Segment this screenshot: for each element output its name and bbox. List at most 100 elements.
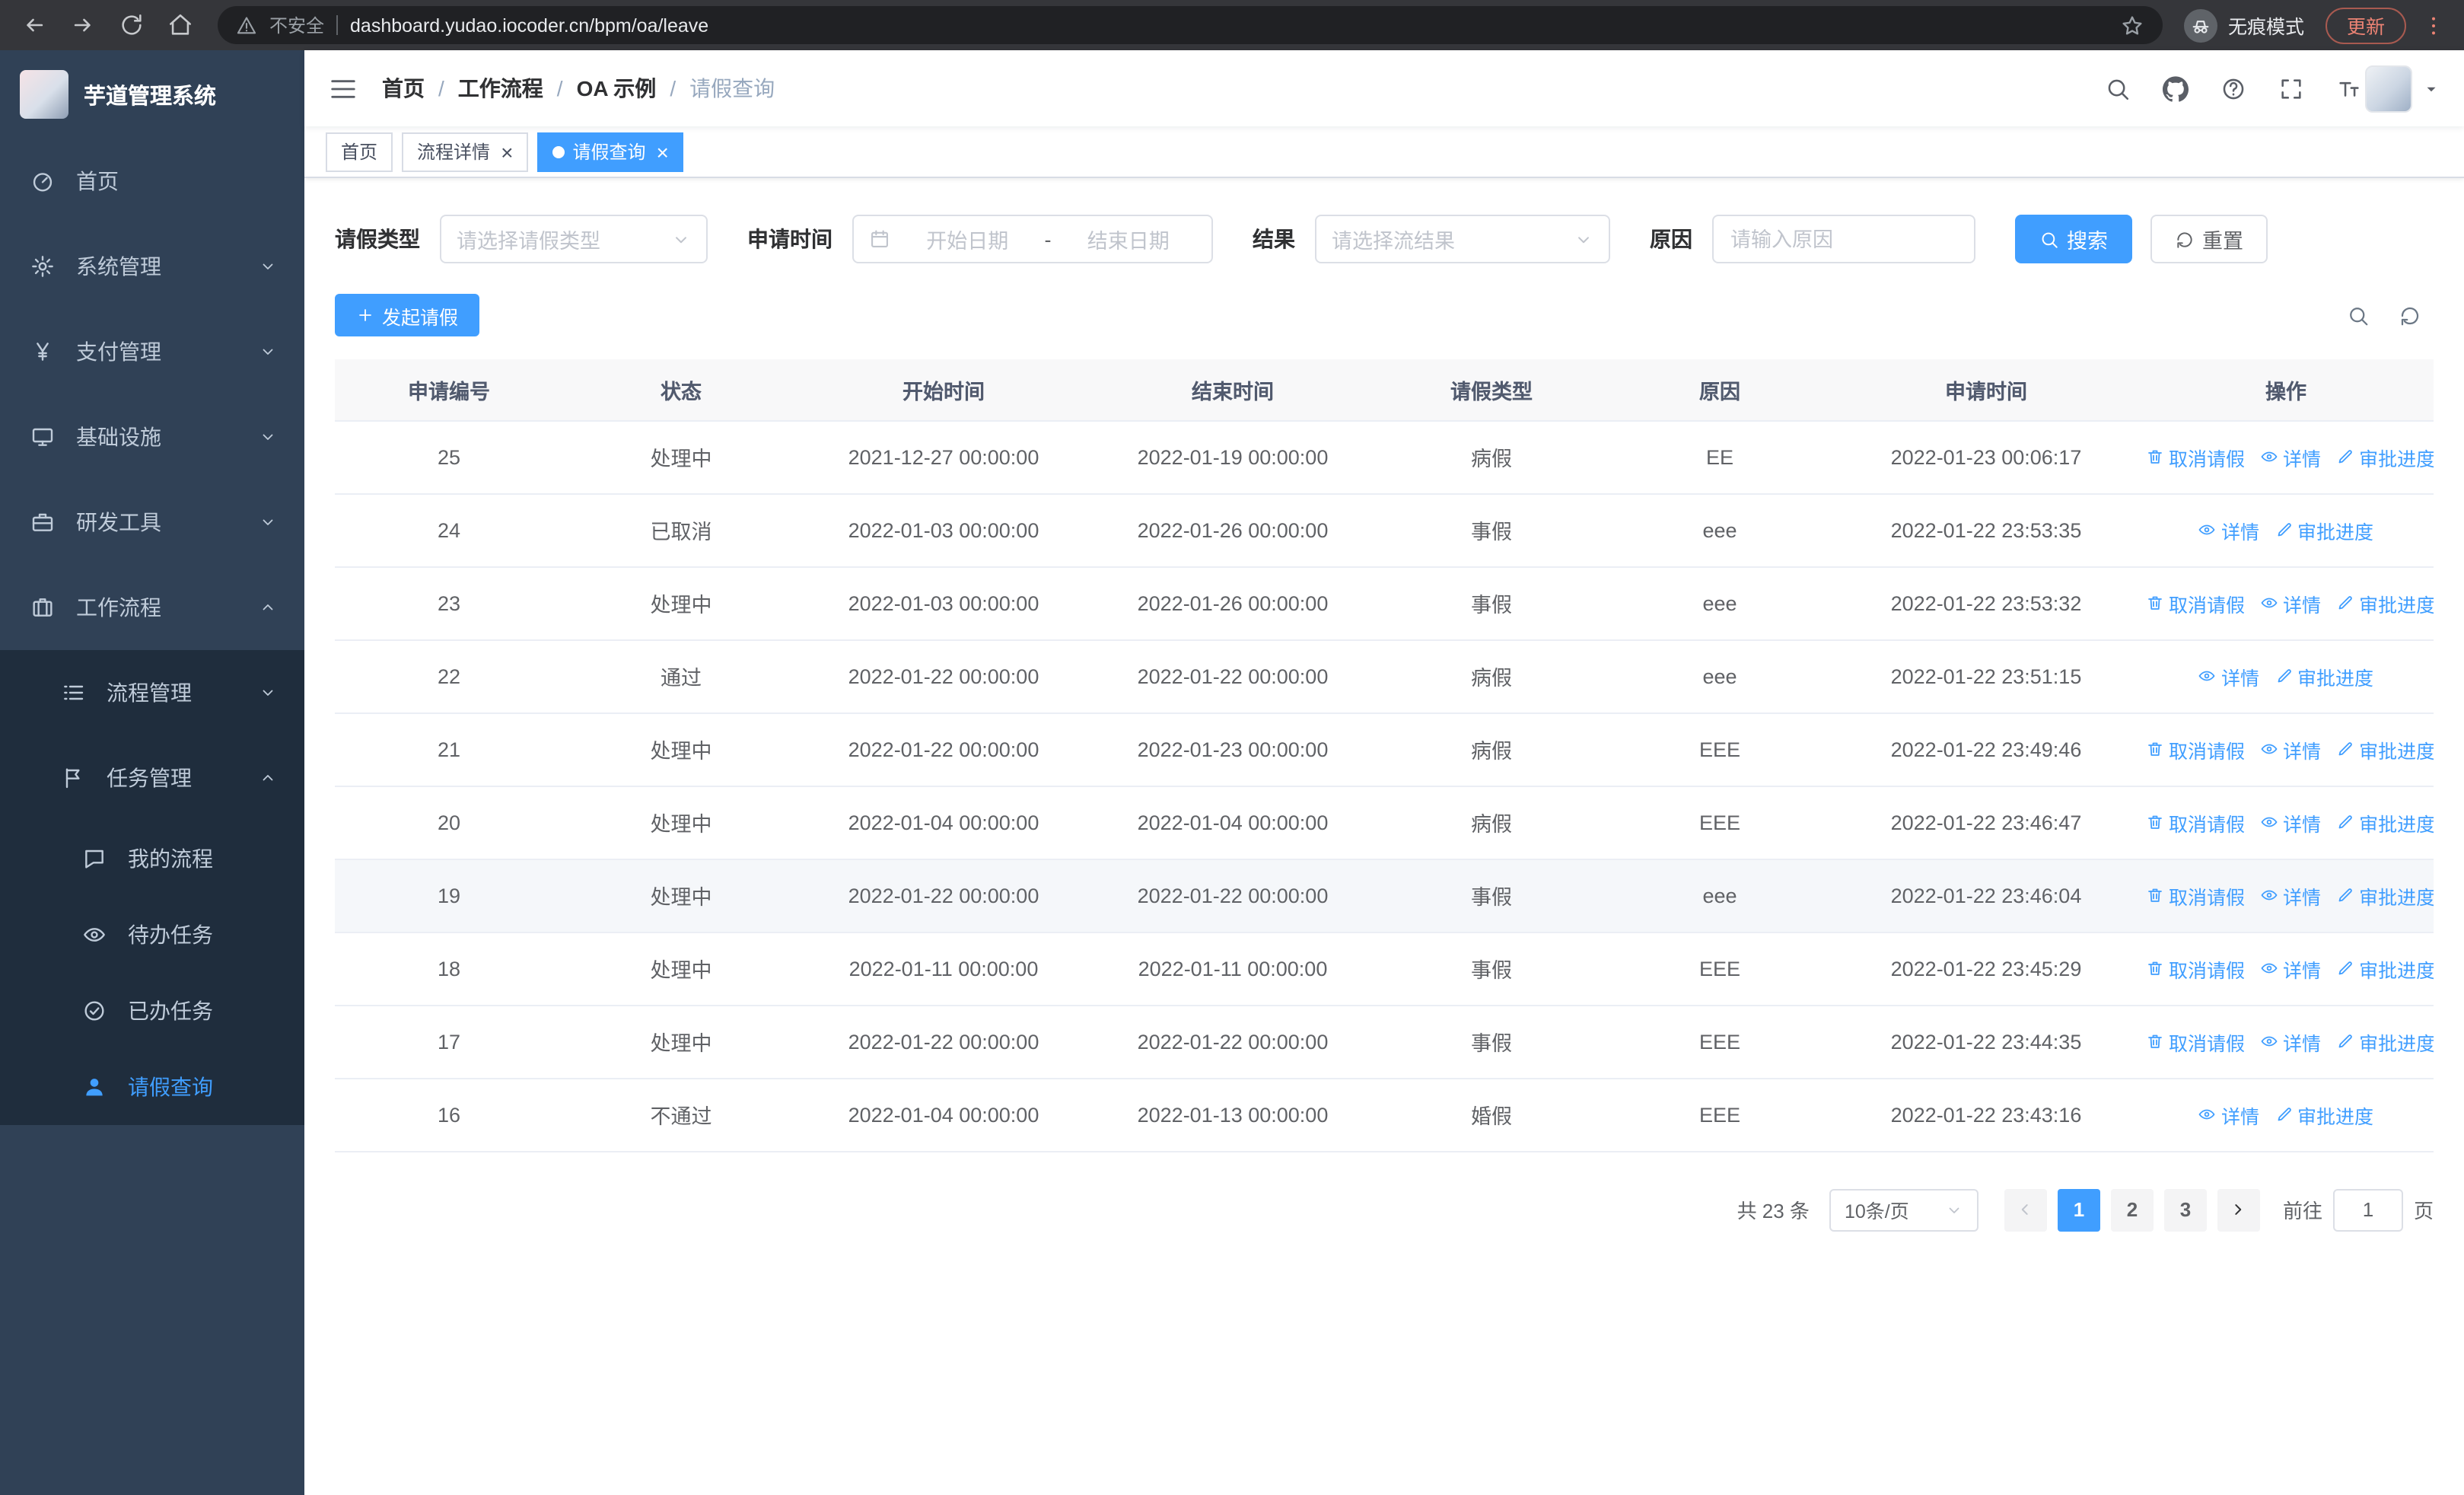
sidebar-item[interactable]: 支付管理 (0, 309, 304, 394)
result-select[interactable]: 请选择流结果 (1315, 215, 1610, 263)
cell-id: 20 (335, 786, 563, 859)
goto-page-input[interactable] (2332, 1188, 2403, 1231)
tab[interactable]: 流程详情 × (402, 132, 529, 171)
sidebar-item[interactable]: 工作流程 (0, 565, 304, 650)
back-icon[interactable] (21, 12, 47, 38)
fullscreen-icon[interactable] (2278, 75, 2304, 101)
end-date-placeholder[interactable]: 结束日期 (1061, 224, 1197, 254)
approval-progress-link[interactable]: 审批进度 (2336, 1027, 2434, 1056)
url-text[interactable]: dashboard.yudao.iocoder.cn/bpm/oa/leave (350, 14, 2108, 36)
close-icon[interactable]: × (501, 141, 513, 162)
bookmark-star-icon[interactable] (2120, 13, 2144, 37)
cancel-leave-link[interactable]: 取消请假 (2146, 588, 2245, 617)
filter-label: 请假类型 (335, 227, 420, 251)
home-icon[interactable] (167, 12, 193, 38)
tab[interactable]: 请假查询 × (537, 132, 684, 171)
detail-link[interactable]: 详情 (2260, 881, 2321, 910)
sidebar-item[interactable]: 基础设施 (0, 394, 304, 480)
cell-end-time: 2022-01-19 00:00:00 (1088, 420, 1377, 494)
page-number-button[interactable]: 3 (2163, 1188, 2207, 1231)
cancel-leave-link[interactable]: 取消请假 (2146, 1027, 2245, 1056)
sidebar-item[interactable]: 研发工具 (0, 480, 304, 565)
detail-link[interactable]: 详情 (2198, 1100, 2259, 1129)
user-avatar[interactable] (2365, 65, 2440, 112)
help-icon[interactable] (2220, 75, 2246, 101)
create-leave-button[interactable]: 发起请假 (335, 294, 480, 336)
sidebar-item[interactable]: 我的流程 (0, 821, 304, 897)
detail-link[interactable]: 详情 (2198, 515, 2259, 544)
close-icon[interactable]: × (656, 141, 668, 162)
detail-link[interactable]: 详情 (2260, 442, 2321, 471)
approval-progress-link[interactable]: 审批进度 (2336, 735, 2434, 763)
cancel-leave-link[interactable]: 取消请假 (2146, 735, 2245, 763)
approval-progress-link[interactable]: 审批进度 (2275, 515, 2373, 544)
sidebar-item[interactable]: 首页 (0, 139, 304, 224)
browser-menu-icon[interactable] (2421, 13, 2446, 37)
chevron-down-icon (1574, 229, 1593, 249)
approval-progress-link[interactable]: 审批进度 (2336, 881, 2434, 910)
next-page-button[interactable] (2217, 1188, 2260, 1231)
approval-progress-link[interactable]: 审批进度 (2275, 661, 2373, 690)
reason-input[interactable] (1715, 216, 1972, 262)
security-label[interactable]: 不安全 (269, 12, 324, 38)
sidebar-item[interactable]: 请假查询 (0, 1049, 304, 1125)
chevron-up-icon (259, 769, 277, 787)
navbar-actions (2105, 75, 2362, 101)
refresh-icon[interactable] (2399, 304, 2421, 327)
avatar[interactable] (2365, 65, 2412, 112)
sidebar-item[interactable]: 已办任务 (0, 973, 304, 1049)
cell-operations: 取消请假 详情 审批进度 (2138, 786, 2434, 859)
breadcrumb-item[interactable]: OA 示例 (577, 73, 657, 104)
approval-progress-link[interactable]: 审批进度 (2336, 588, 2434, 617)
sidebar-item[interactable]: 任务管理 (0, 735, 304, 821)
reload-icon[interactable] (119, 12, 145, 38)
forward-icon[interactable] (70, 12, 96, 38)
tab[interactable]: 首页 (326, 132, 393, 171)
approval-progress-link[interactable]: 审批进度 (2336, 808, 2434, 837)
reset-button[interactable]: 重置 (2150, 215, 2268, 263)
approval-progress-link[interactable]: 审批进度 (2336, 442, 2434, 471)
cancel-leave-link[interactable]: 取消请假 (2146, 442, 2245, 471)
breadcrumb-item[interactable]: 工作流程 (458, 73, 543, 104)
action-label: 详情 (2220, 521, 2259, 543)
sidebar-item[interactable]: 待办任务 (0, 897, 304, 973)
breadcrumb-item[interactable]: 首页 (382, 73, 425, 104)
prev-page-button[interactable] (2004, 1188, 2047, 1231)
sidebar-item[interactable]: 流程管理 (0, 650, 304, 735)
view-icon (2260, 886, 2278, 904)
cell-reason: EEE (1606, 712, 1834, 786)
page-number-button[interactable]: 2 (2110, 1188, 2154, 1231)
page-number-button[interactable]: 1 (2057, 1188, 2100, 1231)
detail-link[interactable]: 详情 (2260, 808, 2321, 837)
detail-link[interactable]: 详情 (2260, 588, 2321, 617)
action-label: 审批进度 (2359, 1033, 2434, 1054)
update-button[interactable]: 更新 (2325, 7, 2406, 43)
detail-link[interactable]: 详情 (2260, 1027, 2321, 1056)
search-icon[interactable] (2347, 304, 2370, 327)
address-bar[interactable]: 不安全 dashboard.yudao.iocoder.cn/bpm/oa/le… (218, 6, 2163, 44)
search-icon[interactable] (2105, 75, 2131, 101)
cell-reason: eee (1606, 493, 1834, 567)
sidebar-toggle-icon[interactable] (329, 74, 358, 103)
font-size-icon[interactable] (2336, 75, 2362, 101)
chevron-up-icon (259, 598, 277, 617)
detail-link[interactable]: 详情 (2260, 954, 2321, 983)
cell-status: 处理中 (563, 932, 799, 1006)
detail-link[interactable]: 详情 (2198, 661, 2259, 690)
sidebar-item[interactable]: 系统管理 (0, 224, 304, 309)
detail-link[interactable]: 详情 (2260, 735, 2321, 763)
start-date-placeholder[interactable]: 开始日期 (899, 224, 1036, 254)
approval-progress-link[interactable]: 审批进度 (2275, 1100, 2373, 1129)
cancel-leave-link[interactable]: 取消请假 (2146, 954, 2245, 983)
date-range-picker[interactable]: 开始日期 - 结束日期 (852, 215, 1213, 263)
cancel-leave-link[interactable]: 取消请假 (2146, 808, 2245, 837)
search-button[interactable]: 搜索 (2015, 215, 2132, 263)
approval-progress-link[interactable]: 审批进度 (2336, 954, 2434, 983)
chat-icon (82, 846, 107, 871)
view-icon (2198, 521, 2217, 539)
leave-type-select[interactable]: 请选择请假类型 (440, 215, 708, 263)
github-icon[interactable] (2163, 75, 2189, 101)
cell-id: 22 (335, 639, 563, 713)
cancel-leave-link[interactable]: 取消请假 (2146, 881, 2245, 910)
page-size-select[interactable]: 10条/页 (1829, 1188, 1979, 1231)
